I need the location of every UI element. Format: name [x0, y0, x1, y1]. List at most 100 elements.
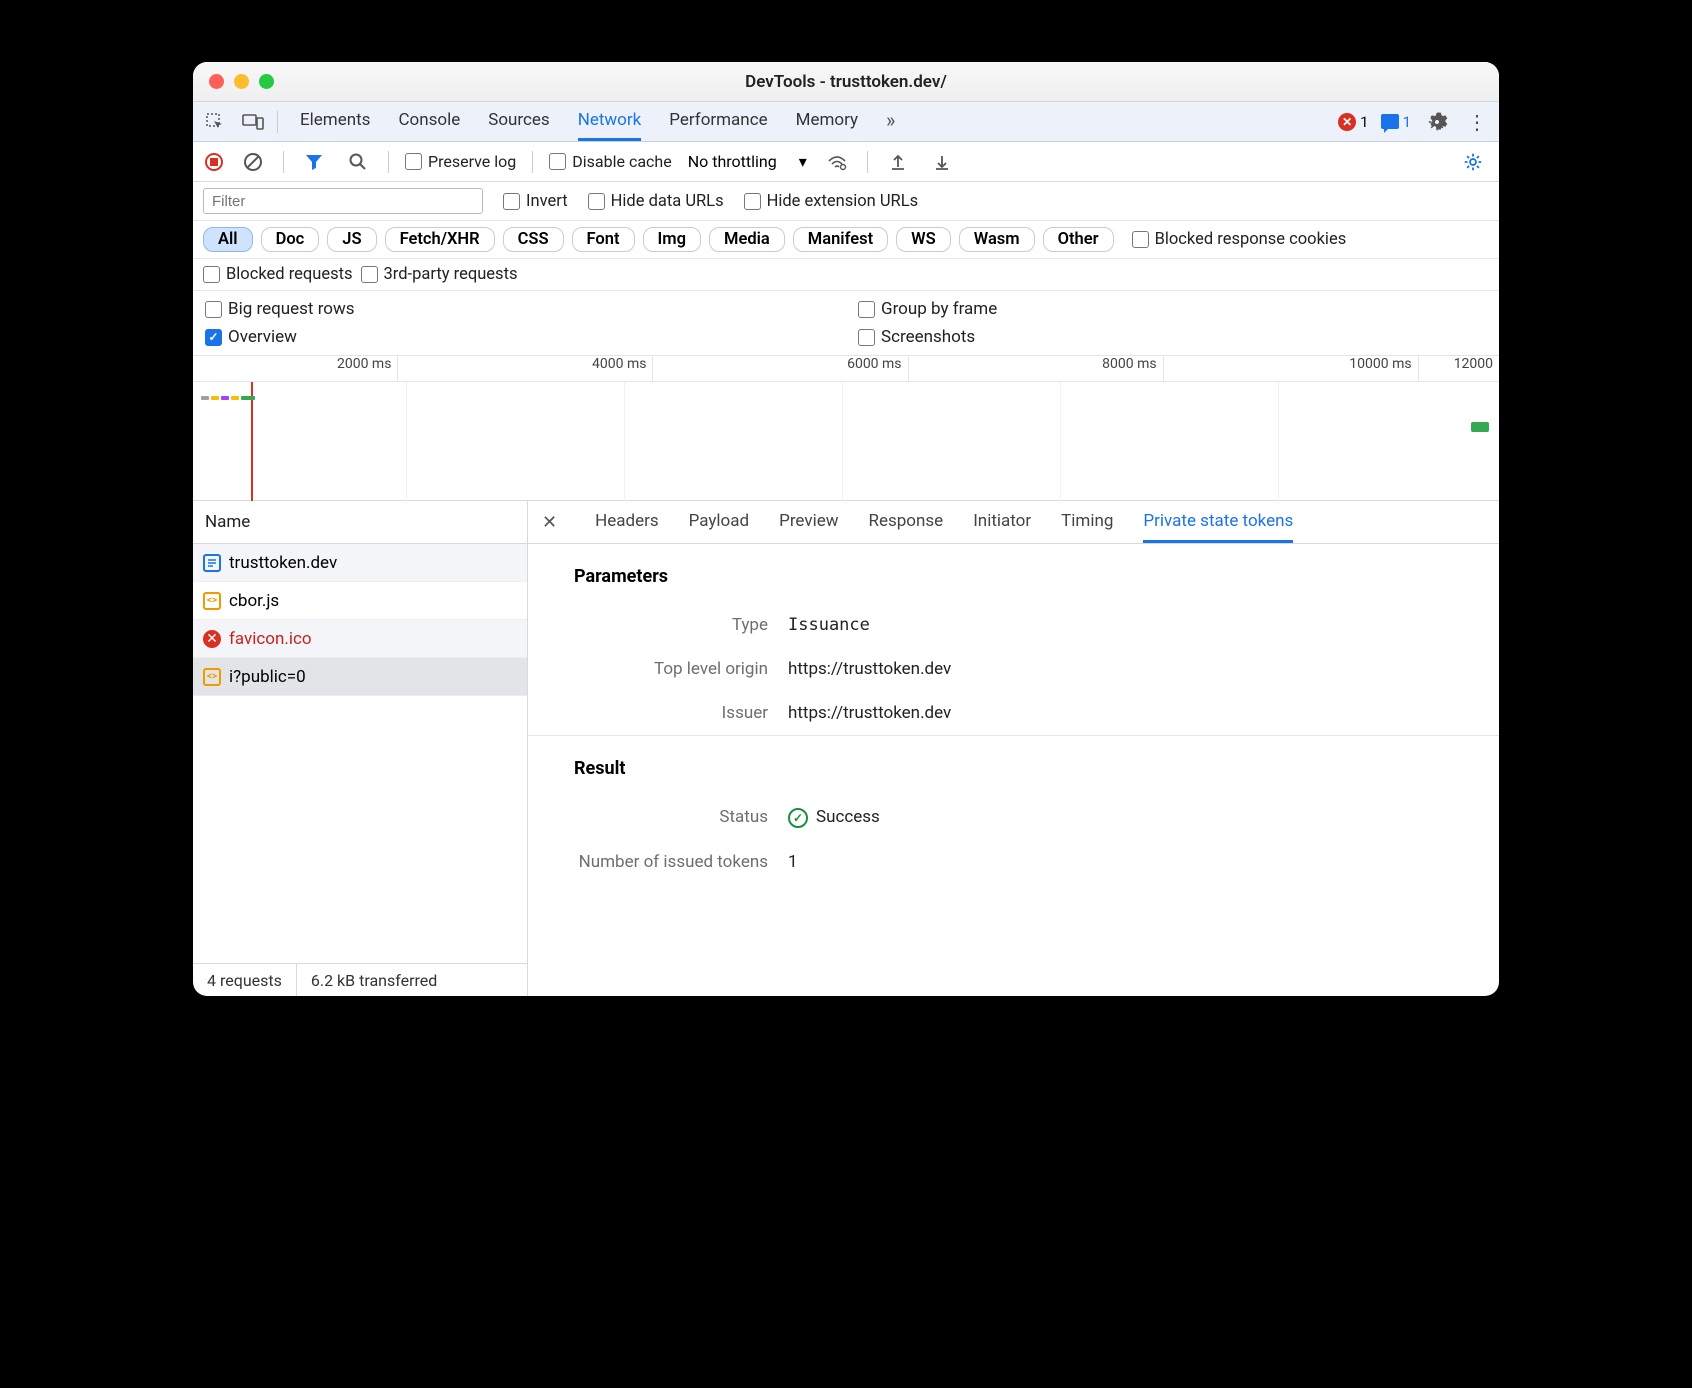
settings-gear-icon[interactable]: [1423, 108, 1451, 136]
request-row[interactable]: trusttoken.dev: [193, 544, 527, 582]
record-button[interactable]: [205, 153, 223, 171]
details-tab-headers[interactable]: Headers: [595, 501, 659, 543]
chip-img[interactable]: Img: [643, 227, 701, 252]
tick: 12000: [1418, 356, 1499, 381]
hide-data-urls-checkbox[interactable]: Hide data URLs: [588, 192, 724, 211]
third-party-checkbox[interactable]: 3rd-party requests: [361, 265, 518, 284]
blocked-requests-label: Blocked requests: [226, 265, 353, 284]
big-rows-label: Big request rows: [228, 299, 355, 319]
chip-css[interactable]: CSS: [503, 227, 564, 252]
request-name: cbor.js: [229, 591, 279, 611]
request-list-header[interactable]: Name: [193, 501, 527, 544]
throttling-label: No throttling: [688, 152, 777, 171]
hide-ext-urls-checkbox[interactable]: Hide extension URLs: [744, 192, 919, 211]
details-tab-response[interactable]: Response: [869, 501, 944, 543]
success-check-icon: ✓: [788, 808, 808, 828]
clear-icon[interactable]: [239, 148, 267, 176]
request-row[interactable]: <> cbor.js: [193, 582, 527, 620]
throttling-dropdown[interactable]: No throttling ▾: [688, 152, 807, 171]
details-tab-payload[interactable]: Payload: [689, 501, 749, 543]
blocked-cookies-checkbox[interactable]: Blocked response cookies: [1132, 230, 1347, 249]
window-zoom-icon[interactable]: [259, 74, 274, 89]
blocked-requests-checkbox[interactable]: Blocked requests: [203, 265, 353, 284]
request-row[interactable]: ✕ favicon.ico: [193, 620, 527, 658]
result-count-row: Number of issued tokens 1: [528, 840, 1499, 884]
tab-sources[interactable]: Sources: [488, 102, 549, 141]
checkbox-icon: [744, 193, 761, 210]
download-har-icon[interactable]: [928, 148, 956, 176]
timeline-marks: [201, 396, 255, 400]
more-menu-icon[interactable]: ⋮: [1463, 108, 1491, 136]
inspect-icon[interactable]: [201, 108, 229, 136]
options-left: Big request rows Overview: [193, 291, 846, 355]
request-row[interactable]: <> i?public=0: [193, 658, 527, 696]
screenshots-checkbox[interactable]: Screenshots: [858, 327, 1487, 347]
network-settings-gear-icon[interactable]: [1459, 148, 1487, 176]
script-icon: <>: [203, 668, 221, 686]
device-toggle-icon[interactable]: [239, 108, 267, 136]
details-tab-preview[interactable]: Preview: [779, 501, 838, 543]
tab-console[interactable]: Console: [398, 102, 460, 141]
section-parameters: Parameters: [528, 544, 1499, 603]
chip-fetch-xhr[interactable]: Fetch/XHR: [385, 227, 495, 252]
chip-font[interactable]: Font: [572, 227, 635, 252]
param-type-key: Type: [528, 615, 788, 635]
tab-memory[interactable]: Memory: [796, 102, 858, 141]
tab-network[interactable]: Network: [578, 102, 642, 141]
result-status-value: ✓Success: [788, 807, 880, 828]
error-count: 1: [1360, 113, 1368, 131]
big-rows-checkbox[interactable]: Big request rows: [205, 299, 834, 319]
disable-cache-checkbox[interactable]: Disable cache: [549, 152, 671, 171]
chip-media[interactable]: Media: [709, 227, 785, 252]
extra-filters-row: Blocked requests 3rd-party requests: [193, 259, 1499, 291]
window-close-icon[interactable]: [209, 74, 224, 89]
checkbox-icon: [858, 301, 875, 318]
error-badge[interactable]: ✕ 1: [1338, 113, 1368, 131]
timeline-overview[interactable]: 2000 ms 4000 ms 6000 ms 8000 ms 10000 ms…: [193, 356, 1499, 501]
tab-performance[interactable]: Performance: [669, 102, 767, 141]
group-by-frame-checkbox[interactable]: Group by frame: [858, 299, 1487, 319]
invert-checkbox[interactable]: Invert: [503, 192, 568, 211]
upload-har-icon[interactable]: [884, 148, 912, 176]
separator: [867, 151, 868, 173]
window-minimize-icon[interactable]: [234, 74, 249, 89]
chip-other[interactable]: Other: [1043, 227, 1114, 252]
checkbox-icon: [205, 301, 222, 318]
preserve-log-checkbox[interactable]: Preserve log: [405, 152, 516, 171]
chip-ws[interactable]: WS: [896, 227, 951, 252]
param-origin-row: Top level origin https://trusttoken.dev: [528, 647, 1499, 691]
tab-elements[interactable]: Elements: [300, 102, 370, 141]
chip-js[interactable]: JS: [327, 227, 376, 252]
network-conditions-icon[interactable]: [823, 148, 851, 176]
window-title: DevTools - trusttoken.dev/: [745, 72, 947, 92]
messages-badge[interactable]: 1: [1381, 113, 1411, 131]
filter-input[interactable]: [203, 188, 483, 214]
checkbox-icon: [1132, 231, 1149, 248]
screenshots-label: Screenshots: [881, 327, 975, 347]
details-tab-private-state-tokens[interactable]: Private state tokens: [1143, 501, 1293, 543]
options-right: Group by frame Screenshots: [846, 291, 1499, 355]
chip-all[interactable]: All: [203, 227, 253, 252]
param-origin-key: Top level origin: [528, 659, 788, 679]
overview-checkbox[interactable]: Overview: [205, 327, 834, 347]
details-pane: ✕ Headers Payload Preview Response Initi…: [528, 501, 1499, 996]
close-details-icon[interactable]: ✕: [542, 512, 557, 533]
filter-icon[interactable]: [300, 148, 328, 176]
message-icon: [1381, 114, 1399, 129]
result-count-value: 1: [788, 852, 798, 872]
checkbox-icon: [205, 329, 222, 346]
script-icon: <>: [203, 592, 221, 610]
main-toolbar: Elements Console Sources Network Perform…: [193, 102, 1499, 142]
checkbox-icon: [588, 193, 605, 210]
titlebar: DevTools - trusttoken.dev/: [193, 62, 1499, 102]
search-icon[interactable]: [344, 148, 372, 176]
details-tab-timing[interactable]: Timing: [1061, 501, 1113, 543]
chip-doc[interactable]: Doc: [261, 227, 320, 252]
details-tab-initiator[interactable]: Initiator: [973, 501, 1031, 543]
tabs-overflow-icon[interactable]: »: [886, 102, 895, 141]
network-toolbar: Preserve log Disable cache No throttling…: [193, 142, 1499, 182]
checkbox-icon: [405, 153, 422, 170]
chip-wasm[interactable]: Wasm: [959, 227, 1035, 252]
hide-data-urls-label: Hide data URLs: [611, 192, 724, 211]
chip-manifest[interactable]: Manifest: [793, 227, 888, 252]
